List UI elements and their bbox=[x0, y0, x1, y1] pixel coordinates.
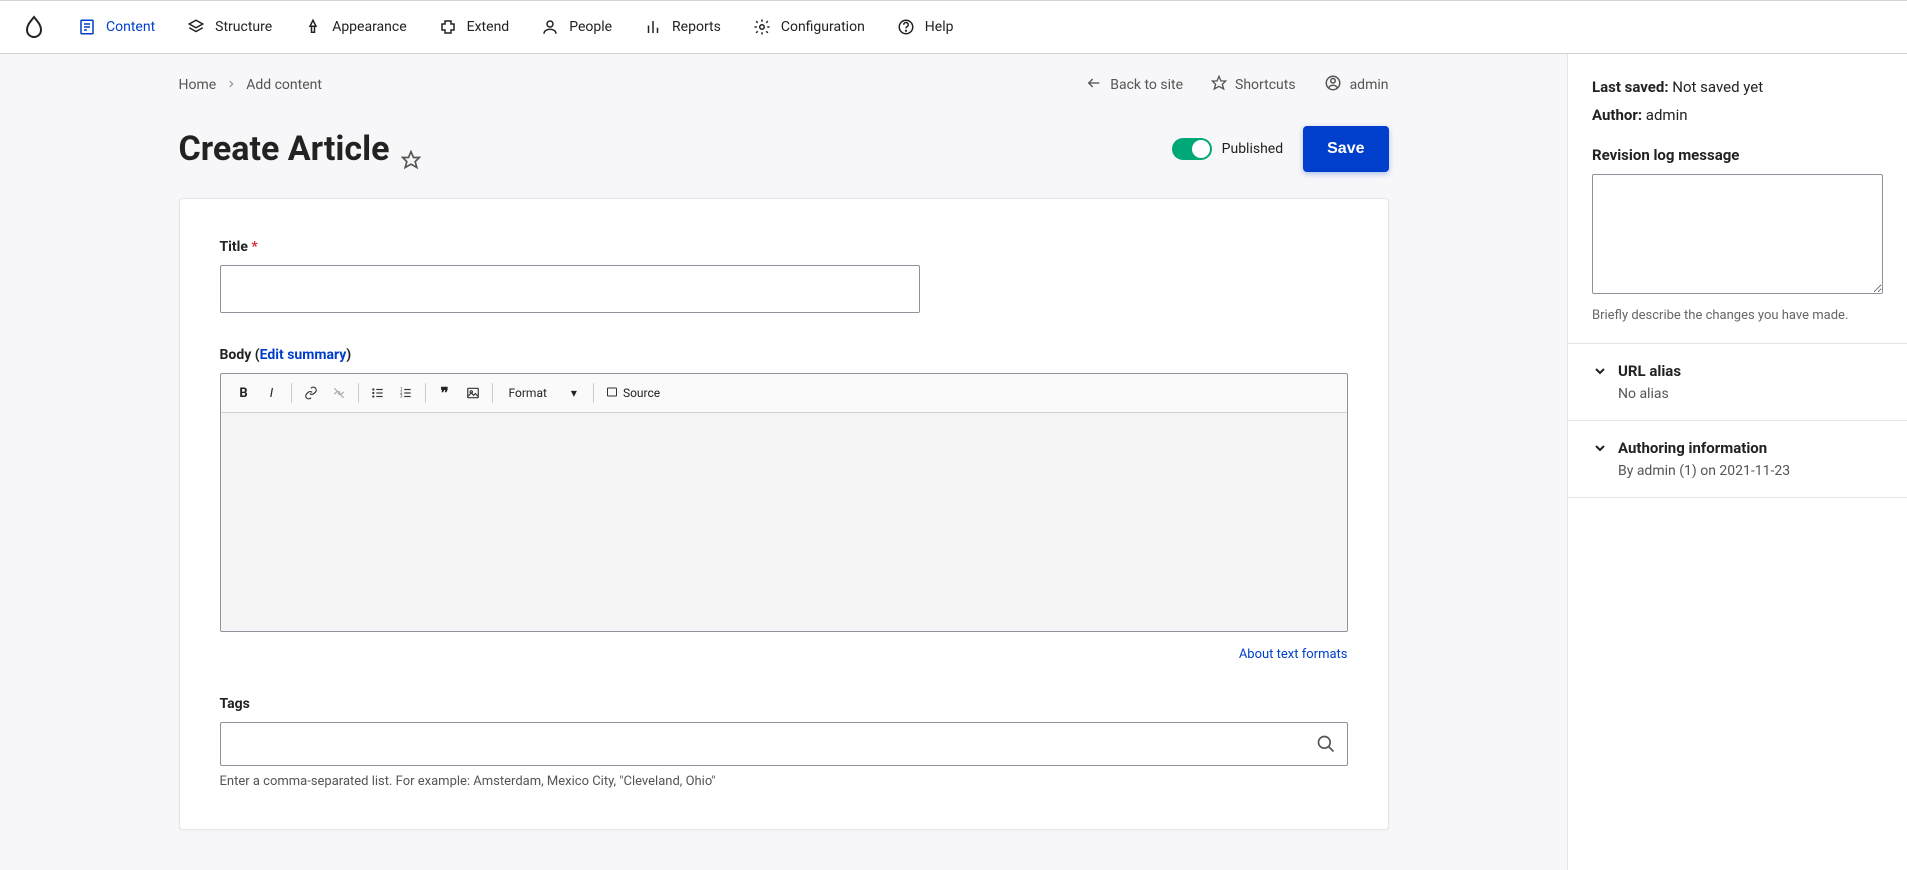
tags-input[interactable] bbox=[220, 722, 1348, 766]
arrow-left-icon bbox=[1086, 75, 1102, 95]
form-card: Title * Body (Edit summary) B I bbox=[179, 198, 1389, 830]
last-saved-row: Last saved: Not saved yet bbox=[1592, 78, 1883, 96]
chevron-down-icon bbox=[1592, 363, 1608, 379]
toolbar-label: Help bbox=[925, 19, 954, 35]
format-dropdown[interactable]: Format ▾ bbox=[499, 386, 587, 400]
breadcrumb-home[interactable]: Home bbox=[179, 77, 217, 93]
toolbar-item-help[interactable]: Help bbox=[883, 10, 968, 44]
person-icon bbox=[541, 18, 559, 36]
editor-toolbar: B I 123 ❞ bbox=[221, 374, 1347, 413]
puzzle-icon bbox=[439, 18, 457, 36]
chevron-right-icon bbox=[226, 77, 236, 93]
user-circle-icon bbox=[1324, 74, 1342, 96]
required-mark: * bbox=[248, 239, 258, 255]
link-button[interactable] bbox=[298, 380, 324, 406]
svg-text:3: 3 bbox=[400, 394, 403, 399]
title-label: Title * bbox=[220, 239, 1348, 255]
url-alias-section[interactable]: URL alias bbox=[1592, 362, 1883, 380]
tags-label: Tags bbox=[220, 696, 1348, 712]
url-alias-value: No alias bbox=[1618, 386, 1883, 402]
paintbrush-icon bbox=[304, 18, 322, 36]
editor-body[interactable] bbox=[221, 413, 1347, 631]
revision-help-text: Briefly describe the changes you have ma… bbox=[1592, 308, 1883, 323]
edit-summary-link[interactable]: Edit summary bbox=[260, 347, 347, 363]
about-text-formats-link[interactable]: About text formats bbox=[1239, 647, 1348, 662]
unlink-button[interactable] bbox=[326, 380, 352, 406]
breadcrumb-current[interactable]: Add content bbox=[246, 77, 322, 93]
save-button[interactable]: Save bbox=[1303, 126, 1388, 172]
gear-icon bbox=[753, 18, 771, 36]
published-label: Published bbox=[1222, 141, 1283, 157]
toolbar-label: Content bbox=[106, 19, 155, 35]
source-icon bbox=[606, 386, 618, 401]
favorite-star-icon[interactable] bbox=[401, 139, 421, 159]
star-outline-icon bbox=[1211, 75, 1227, 95]
sidebar: Last saved: Not saved yet Author: admin … bbox=[1567, 54, 1907, 870]
toolbar-label: Reports bbox=[672, 19, 721, 35]
user-menu[interactable]: admin bbox=[1324, 74, 1389, 96]
admin-toolbar: Content Structure Appearance Extend Peop… bbox=[0, 0, 1907, 54]
source-button[interactable]: Source bbox=[600, 386, 666, 401]
authoring-info-value: By admin (1) on 2021-11-23 bbox=[1618, 463, 1883, 479]
tags-help-text: Enter a comma-separated list. For exampl… bbox=[220, 774, 1348, 789]
bar-chart-icon bbox=[644, 18, 662, 36]
revision-log-textarea[interactable] bbox=[1592, 174, 1883, 294]
toolbar-item-extend[interactable]: Extend bbox=[425, 10, 524, 44]
toolbar-item-appearance[interactable]: Appearance bbox=[290, 10, 420, 44]
toolbar-label: Appearance bbox=[332, 19, 406, 35]
authoring-info-section[interactable]: Authoring information bbox=[1592, 439, 1883, 457]
toolbar-item-reports[interactable]: Reports bbox=[630, 10, 735, 44]
page-title: Create Article bbox=[179, 129, 390, 169]
author-row: Author: admin bbox=[1592, 106, 1883, 124]
toolbar-label: Configuration bbox=[781, 19, 865, 35]
image-button[interactable] bbox=[460, 380, 486, 406]
chevron-down-icon bbox=[1592, 440, 1608, 456]
blockquote-button[interactable]: ❞ bbox=[432, 380, 458, 406]
rich-text-editor: B I 123 ❞ bbox=[220, 373, 1348, 632]
toolbar-label: Extend bbox=[467, 19, 510, 35]
breadcrumb: Home Add content bbox=[179, 77, 322, 93]
toolbar-item-structure[interactable]: Structure bbox=[173, 10, 286, 44]
body-label: Body (Edit summary) bbox=[220, 347, 1348, 363]
toolbar-label: Structure bbox=[215, 19, 272, 35]
help-icon bbox=[897, 18, 915, 36]
toolbar-label: People bbox=[569, 19, 612, 35]
title-input[interactable] bbox=[220, 265, 920, 313]
layers-icon bbox=[187, 18, 205, 36]
document-icon bbox=[78, 18, 96, 36]
bullet-list-button[interactable] bbox=[365, 380, 391, 406]
italic-button[interactable]: I bbox=[259, 380, 285, 406]
toolbar-item-people[interactable]: People bbox=[527, 10, 626, 44]
shortcuts-link[interactable]: Shortcuts bbox=[1211, 75, 1296, 95]
toolbar-item-content[interactable]: Content bbox=[64, 10, 169, 44]
search-icon[interactable] bbox=[1316, 734, 1336, 754]
numbered-list-button[interactable]: 123 bbox=[393, 380, 419, 406]
published-toggle[interactable] bbox=[1172, 138, 1212, 160]
drupal-logo-icon[interactable] bbox=[20, 13, 48, 41]
revision-log-label: Revision log message bbox=[1592, 146, 1883, 164]
back-to-site-link[interactable]: Back to site bbox=[1086, 75, 1183, 95]
toolbar-item-configuration[interactable]: Configuration bbox=[739, 10, 879, 44]
bold-button[interactable]: B bbox=[231, 380, 257, 406]
dropdown-caret-icon: ▾ bbox=[571, 386, 577, 400]
